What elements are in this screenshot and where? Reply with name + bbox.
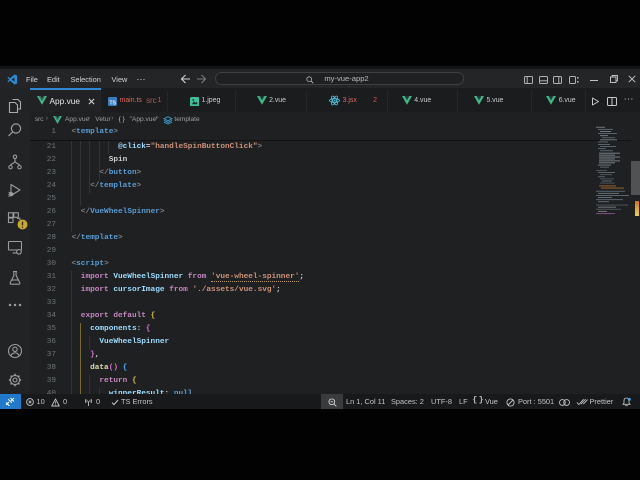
- svg-text:TS: TS: [109, 100, 116, 106]
